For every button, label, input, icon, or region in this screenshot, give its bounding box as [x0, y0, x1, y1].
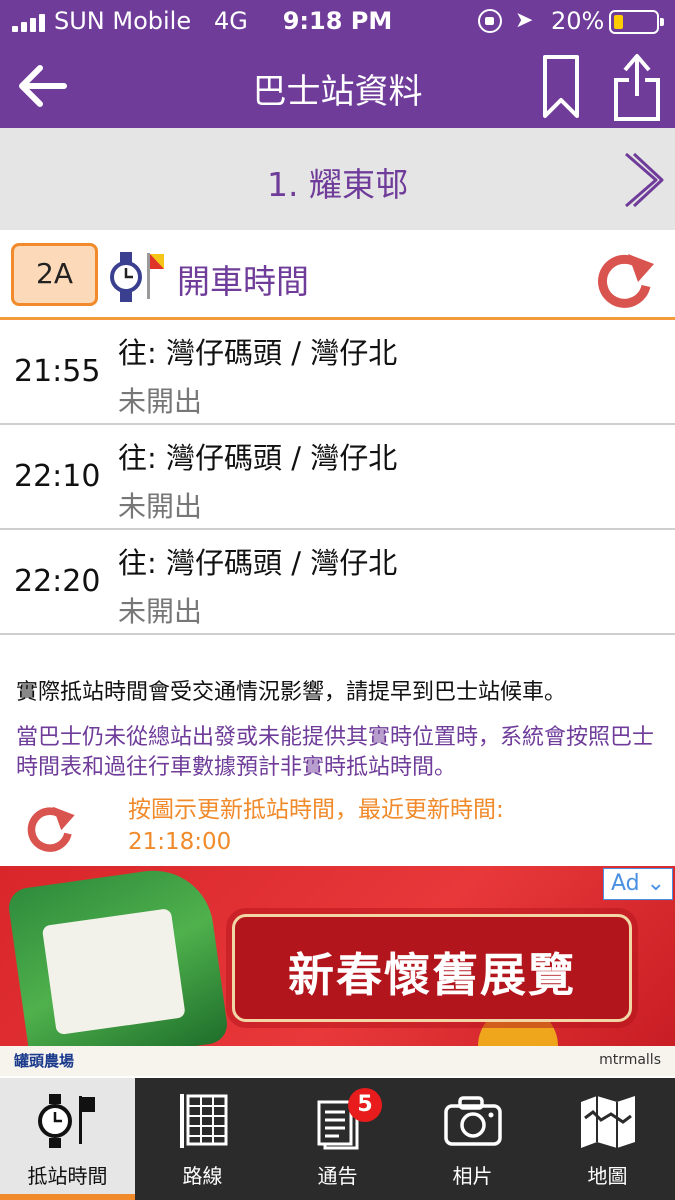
- departure-row[interactable]: 22:10 往: 灣仔碼頭 / 灣仔北 未開出: [0, 425, 675, 530]
- ad-footer: 罐頭農場 mtrmalls: [0, 1046, 675, 1076]
- refresh-icon[interactable]: [596, 246, 658, 308]
- chevron-right-icon[interactable]: [618, 150, 666, 210]
- departure-status: 未開出: [118, 595, 203, 628]
- departure-time: 22:10: [14, 459, 101, 494]
- map-icon: [581, 1096, 635, 1148]
- notice-count-badge: 5: [348, 1088, 382, 1122]
- departure-destination: 往: 灣仔碼頭 / 灣仔北: [118, 546, 398, 580]
- tab-label: 路線: [182, 1164, 223, 1188]
- ad-footer-logo: mtrmalls: [599, 1052, 661, 1068]
- route-list-icon: [180, 1094, 228, 1148]
- stop-name: 1. 耀東邨: [267, 165, 408, 204]
- departure-row[interactable]: 21:55 往: 灣仔碼頭 / 灣仔北 未開出: [0, 320, 675, 425]
- stop-header: 1. 耀東邨: [0, 128, 675, 230]
- route-badge[interactable]: 2A: [11, 243, 98, 306]
- tab-label: 通告: [317, 1164, 358, 1188]
- traffic-note: 實際抵站時間會受交通情況影響，請提早到巴士站候車。: [16, 680, 567, 705]
- last-updated-label: 按圖示更新抵站時間，最近更新時間:: [128, 797, 504, 823]
- tab-route[interactable]: 路線: [135, 1078, 270, 1200]
- last-updated: 按圖示更新抵站時間，最近更新時間: 21:18:00: [128, 794, 648, 858]
- ad-badge[interactable]: Ad ⌄: [603, 868, 673, 900]
- location-arrow-icon: ➤: [515, 8, 534, 33]
- camera-icon: [444, 1096, 502, 1146]
- status-bar: SUN Mobile 4G 9:18 PM ➤ 20%: [0, 0, 675, 44]
- ad-product-image: [6, 866, 230, 1070]
- departure-destination: 往: 灣仔碼頭 / 灣仔北: [118, 336, 398, 370]
- departure-time: 21:55: [14, 354, 101, 389]
- ad-headline: 新春懷舊展覽: [288, 948, 576, 1002]
- last-updated-time: 21:18:00: [128, 829, 232, 855]
- clock-flag-icon: [110, 252, 164, 302]
- rotation-lock-icon: [478, 9, 502, 33]
- refresh-icon[interactable]: [26, 800, 78, 852]
- departure-row[interactable]: 22:20 往: 灣仔碼頭 / 灣仔北 未開出: [0, 530, 675, 635]
- bookmark-icon[interactable]: [541, 54, 581, 120]
- share-icon[interactable]: [612, 52, 662, 122]
- ad-headline-frame: 新春懷舊展覽: [232, 914, 632, 1022]
- tab-bar: 抵站時間 路線 5 通告 相片 地圖: [0, 1078, 675, 1200]
- tab-label: 地圖: [587, 1164, 628, 1188]
- departure-time: 22:20: [14, 564, 101, 599]
- active-tab-indicator: [0, 1194, 135, 1200]
- departure-destination: 往: 灣仔碼頭 / 灣仔北: [118, 441, 398, 475]
- tab-map[interactable]: 地圖: [540, 1078, 675, 1200]
- tab-label: 抵站時間: [27, 1164, 108, 1188]
- estimate-note: 當巴士仍未從總站出發或未能提供其實時位置時，系統會按照巴士時間表和過往行車數據預…: [16, 725, 655, 780]
- battery-percent: 20%: [551, 7, 605, 35]
- tab-notices[interactable]: 5 通告: [270, 1078, 405, 1200]
- tab-photos[interactable]: 相片: [405, 1078, 540, 1200]
- departure-status: 未開出: [118, 490, 203, 523]
- nav-bar: 巴士站資料: [0, 44, 675, 128]
- section-title: 開車時間: [177, 262, 309, 301]
- departure-status: 未開出: [118, 385, 203, 418]
- tab-label: 相片: [452, 1164, 493, 1188]
- route-header: 2A 開車時間: [0, 232, 675, 320]
- clock-flag-icon: [38, 1094, 95, 1148]
- ad-banner[interactable]: 新春懷舊展覽 Ad ⌄ 罐頭農場 mtrmalls: [0, 866, 675, 1076]
- ad-footer-brand: 罐頭農場: [14, 1052, 75, 1070]
- tab-arrival-time[interactable]: 抵站時間: [0, 1078, 135, 1200]
- battery-icon: [609, 10, 664, 34]
- departure-list: 21:55 往: 灣仔碼頭 / 灣仔北 未開出 22:10 往: 灣仔碼頭 / …: [0, 320, 675, 635]
